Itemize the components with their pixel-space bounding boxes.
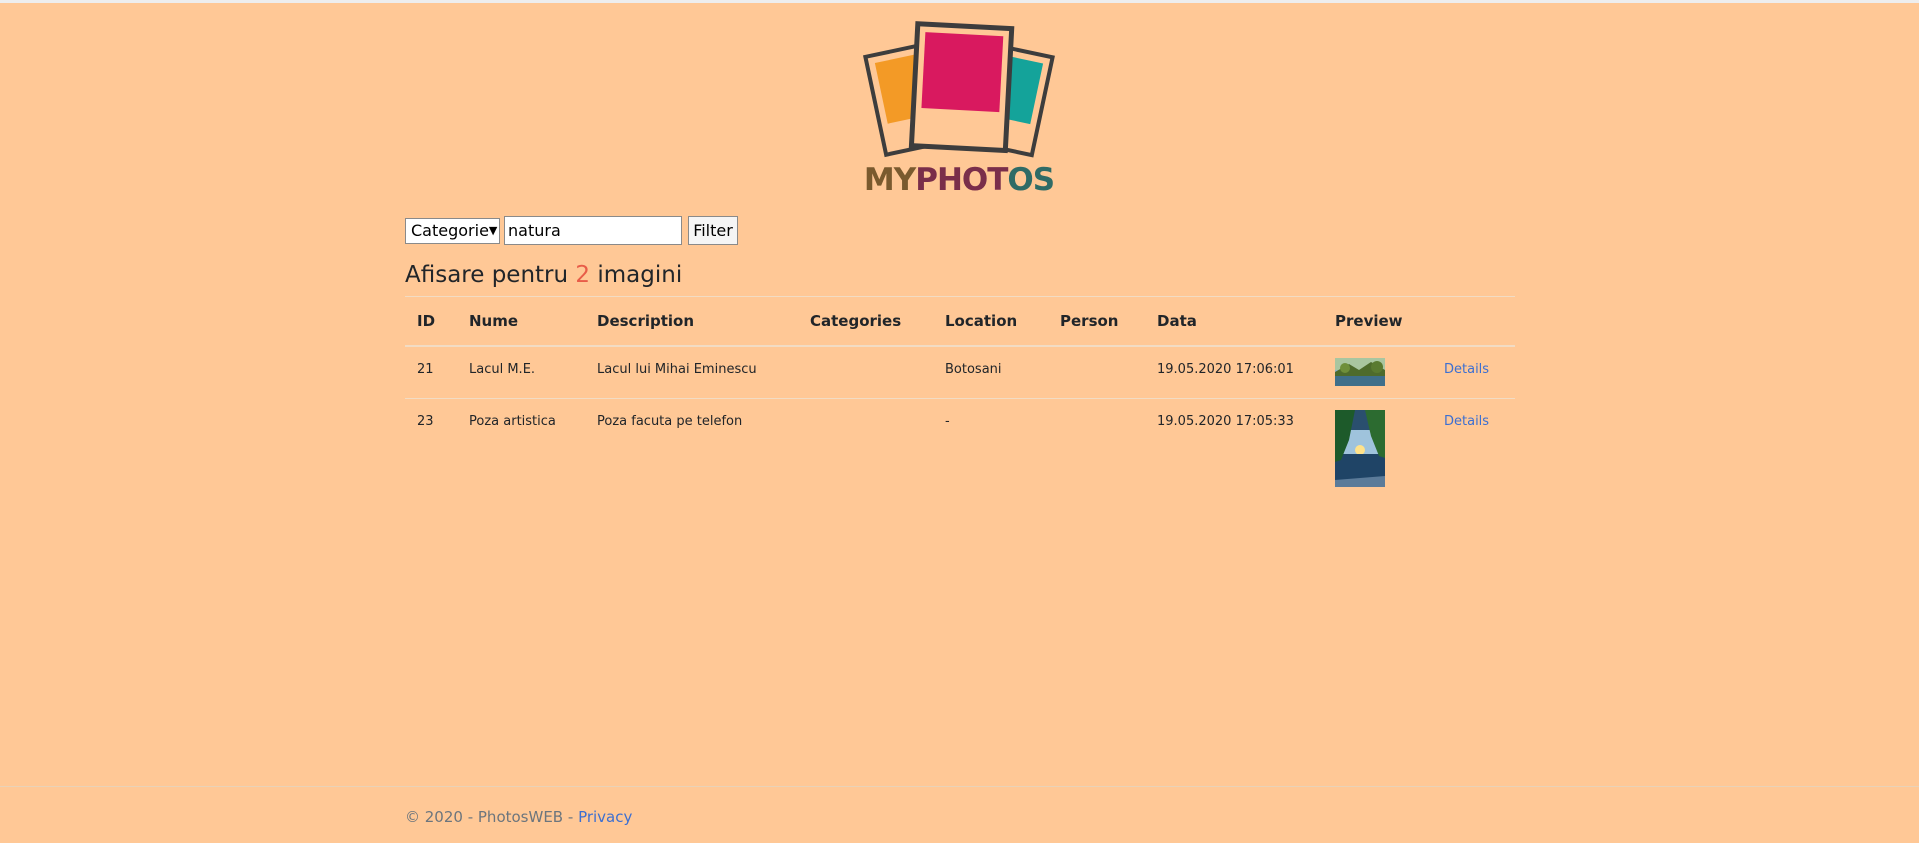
cell-preview	[1323, 345, 1432, 399]
column-header-nume: Nume	[457, 296, 585, 347]
table-header-row: ID Nume Description Categories Location …	[405, 296, 1515, 347]
cell-categories	[798, 398, 933, 499]
cell-nume: Lacul M.E.	[457, 345, 585, 399]
column-header-id: ID	[405, 296, 457, 347]
lake-thumbnail-image[interactable]	[1335, 358, 1385, 386]
filter-form: Categorie ▼ Filter	[405, 216, 738, 245]
column-header-categories: Categories	[798, 296, 933, 347]
chevron-down-icon: ▼	[488, 224, 498, 237]
cell-description: Poza facuta pe telefon	[585, 398, 798, 499]
cell-id: 23	[405, 398, 457, 499]
cell-location: -	[933, 398, 1048, 499]
column-header-person: Person	[1048, 296, 1145, 347]
details-link[interactable]: Details	[1444, 414, 1489, 429]
cell-id: 21	[405, 345, 457, 399]
logo-text-os: OS	[1007, 162, 1054, 198]
cell-actions: Details	[1432, 398, 1515, 499]
cell-location: Botosani	[933, 345, 1048, 399]
cell-categories	[798, 345, 933, 399]
cell-data: 19.05.2020 17:05:33	[1145, 398, 1323, 499]
logo-text-phot: PHOT	[915, 162, 1008, 198]
heading-prefix: Afisare pentru	[405, 262, 569, 288]
category-select-value: Categorie	[411, 221, 489, 240]
search-input[interactable]	[504, 216, 682, 245]
cell-data: 19.05.2020 17:06:01	[1145, 345, 1323, 399]
heading-suffix: imagini	[597, 262, 683, 288]
table-row: 23 Poza artistica Poza facuta pe telefon…	[405, 398, 1515, 499]
footer-copyright: © 2020 - PhotosWEB -	[405, 808, 574, 826]
column-header-preview: Preview	[1323, 296, 1432, 347]
cell-description: Lacul lui Mihai Eminescu	[585, 345, 798, 399]
top-border	[0, 0, 1919, 3]
sunset-thumbnail-image[interactable]	[1335, 410, 1385, 487]
svg-text:MYPHOTOS: MYPHOTOS	[864, 162, 1054, 198]
images-table: ID Nume Description Categories Location …	[405, 296, 1515, 499]
results-count: 2	[575, 262, 591, 288]
column-header-data: Data	[1145, 296, 1323, 347]
cell-person	[1048, 398, 1145, 499]
footer-divider	[0, 786, 1919, 787]
results-heading: Afisare pentru 2 imagini	[405, 262, 682, 288]
cell-preview	[1323, 398, 1432, 499]
privacy-link[interactable]: Privacy	[578, 808, 632, 826]
filter-button[interactable]: Filter	[688, 216, 738, 245]
details-link[interactable]: Details	[1444, 362, 1489, 377]
column-header-actions	[1432, 296, 1515, 347]
table-row: 21 Lacul M.E. Lacul lui Mihai Eminescu B…	[405, 345, 1515, 399]
column-header-description: Description	[585, 296, 798, 347]
footer: © 2020 - PhotosWEB - Privacy	[405, 808, 632, 826]
myphotos-logo[interactable]: MYPHOTOS	[858, 18, 1060, 200]
cell-person	[1048, 345, 1145, 399]
cell-actions: Details	[1432, 345, 1515, 399]
column-header-location: Location	[933, 296, 1048, 347]
category-select[interactable]: Categorie ▼	[405, 217, 500, 244]
logo-text-my: MY	[864, 162, 917, 198]
cell-nume: Poza artistica	[457, 398, 585, 499]
